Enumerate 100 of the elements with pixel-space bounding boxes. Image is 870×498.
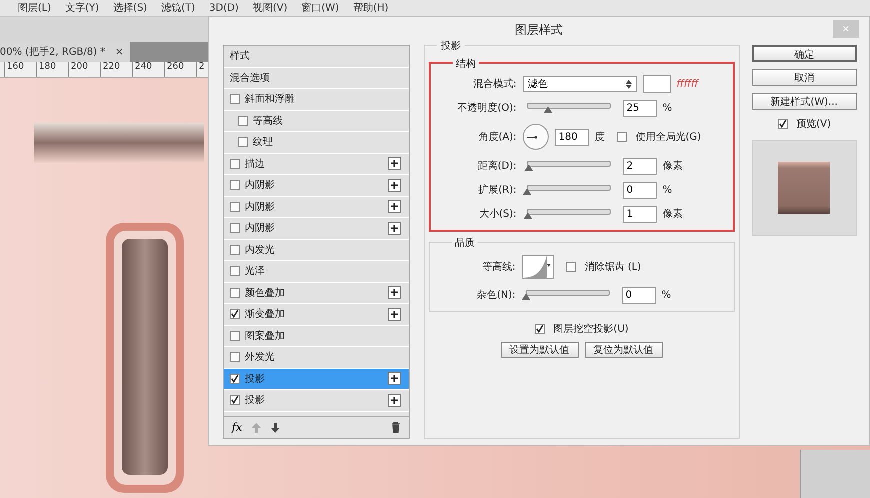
add-icon[interactable] (388, 286, 401, 300)
number-field[interactable]: 0 (622, 182, 657, 198)
add-icon[interactable] (388, 178, 401, 192)
checkbox[interactable] (616, 132, 627, 142)
section-title: 投影 (436, 39, 465, 53)
number-field[interactable]: 1 (622, 206, 657, 222)
checkbox[interactable] (230, 395, 240, 406)
unit-label: 度 (594, 130, 605, 144)
checkbox[interactable] (230, 309, 240, 320)
checkbox[interactable] (230, 202, 240, 212)
menu-item[interactable]: 3D(D) (209, 2, 239, 14)
style-list-item[interactable]: 颜色叠加 (224, 282, 409, 304)
ruler-label: 200 (68, 62, 100, 77)
menu-item[interactable]: 视图(V) (252, 1, 288, 15)
field-label: 大小(S): (478, 208, 517, 221)
checkbox-label: 消除锯齿 (L) (584, 260, 642, 274)
document-tab[interactable]: 00% (把手2, RGB/8) * × (0, 42, 130, 62)
checkbox[interactable] (230, 244, 240, 255)
menu-item[interactable]: 图层(L) (18, 1, 52, 15)
angle-dial[interactable] (522, 124, 549, 150)
style-list-item[interactable]: 内发光 (224, 240, 409, 261)
field-label: 距离(D): (476, 160, 517, 173)
dialog-button[interactable]: 确定 (752, 45, 858, 62)
number-field[interactable]: 25 (622, 100, 657, 116)
checkbox-label: 预览(V) (796, 118, 832, 131)
checkbox[interactable] (566, 262, 576, 272)
blend-mode-select[interactable]: 滤色 (522, 76, 637, 92)
group-title: 结构 (452, 57, 479, 71)
style-list-item[interactable]: 等高线 (224, 110, 409, 132)
dialog-button[interactable]: 新建样式(W)... (752, 93, 858, 110)
field-label: 扩展(R): (478, 184, 517, 197)
checkbox[interactable] (238, 137, 248, 148)
field-label: 混合模式: (472, 78, 517, 91)
checkbox[interactable] (238, 116, 248, 126)
updown-arrows-icon (626, 80, 632, 88)
add-icon[interactable] (388, 157, 401, 170)
add-icon[interactable] (388, 200, 401, 214)
caret-icon (546, 264, 551, 267)
default-button[interactable]: 复位为默认值 (584, 342, 663, 358)
unit-label: % (662, 290, 672, 300)
field-label: 不透明度(O): (456, 102, 517, 115)
style-list-item[interactable]: 图案叠加 (224, 326, 409, 347)
unit-label: 像素 (662, 160, 683, 173)
trash-icon[interactable] (390, 422, 401, 433)
checkbox[interactable] (230, 94, 240, 104)
slider-thumb[interactable] (522, 294, 531, 300)
style-list-item[interactable]: 混合选项 (224, 68, 409, 89)
checkbox[interactable] (534, 324, 545, 334)
field-label: 杂色(N): (476, 288, 516, 302)
checkbox[interactable] (778, 119, 788, 129)
checkbox[interactable] (230, 266, 240, 276)
checkbox-label: 使用全局光(G) (636, 130, 702, 144)
preview-swatch (778, 162, 830, 214)
checkbox[interactable] (230, 223, 240, 234)
add-icon[interactable] (388, 394, 401, 407)
unit-label: % (662, 184, 672, 196)
slider-thumb[interactable] (524, 212, 533, 220)
fx-button[interactable]: fx (232, 421, 242, 434)
tab-close-button[interactable]: × (115, 46, 124, 58)
checkbox[interactable] (230, 374, 240, 384)
dialog-button[interactable]: 取消 (752, 69, 858, 86)
down-arrow-icon[interactable] (271, 422, 280, 432)
slider-thumb[interactable] (524, 164, 534, 172)
color-swatch[interactable] (642, 75, 671, 93)
style-list-item[interactable]: 投影 (224, 368, 409, 390)
menu-item[interactable]: 滤镜(T) (161, 1, 196, 15)
menu-item[interactable]: 文字(Y) (65, 1, 100, 15)
unit-label: 像素 (662, 208, 683, 221)
checkbox[interactable] (230, 330, 240, 341)
dialog-title: 图层样式 (515, 22, 563, 38)
ruler-label: 160 (4, 62, 36, 77)
menu-item[interactable]: 帮助(H) (353, 1, 389, 15)
slider-thumb[interactable] (522, 188, 532, 196)
layers-panel (800, 450, 870, 498)
checkbox[interactable] (230, 288, 240, 298)
ruler-label: 180 (36, 62, 68, 77)
style-list-item[interactable]: 内阴影 (224, 196, 409, 218)
number-field[interactable]: 0 (622, 286, 656, 304)
unit-label: % (662, 102, 672, 114)
ruler-label: 240 (132, 62, 164, 77)
add-icon[interactable] (388, 308, 401, 321)
field-label: 角度(A): (478, 130, 517, 144)
checkbox[interactable] (230, 158, 240, 169)
slider-thumb[interactable] (544, 106, 553, 114)
menu-item[interactable]: 窗口(W) (302, 1, 340, 15)
number-field[interactable]: 2 (622, 158, 657, 174)
group-title: 品质 (452, 236, 478, 250)
ruler-label: 220 (100, 62, 132, 77)
color-note: ffffff (676, 78, 698, 90)
default-button[interactable]: 设置为默认值 (500, 342, 579, 358)
checkbox-label: 图层挖空投影(U) (554, 322, 629, 336)
style-list-item[interactable]: 描边 (224, 154, 409, 175)
checkbox[interactable] (230, 352, 240, 362)
number-field[interactable]: 180 (554, 128, 589, 146)
menu-item[interactable]: 选择(S) (113, 1, 148, 15)
checkbox[interactable] (230, 180, 240, 190)
add-icon[interactable] (388, 222, 401, 235)
add-icon[interactable] (388, 372, 401, 386)
ruler-label: 260 (164, 62, 196, 77)
contour-picker[interactable] (522, 255, 554, 279)
